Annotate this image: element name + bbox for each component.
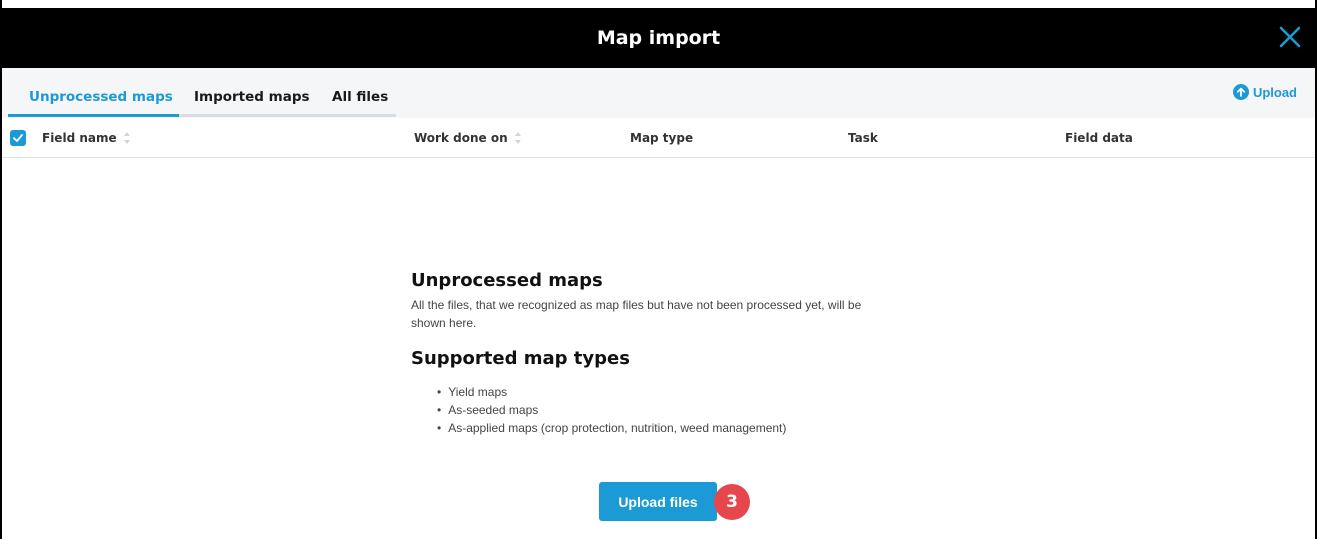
column-task: Task bbox=[848, 118, 878, 158]
column-work-done-on[interactable]: Work done on bbox=[414, 118, 522, 158]
upload-link[interactable]: Upload bbox=[1232, 84, 1297, 100]
list-item: Yield maps bbox=[437, 383, 931, 401]
sort-icon[interactable] bbox=[514, 130, 522, 146]
table-header: Field name Work done on Map type Task Fi… bbox=[2, 118, 1315, 158]
tab-bar: Unprocessed maps Imported maps All files… bbox=[2, 68, 1315, 118]
column-label: Work done on bbox=[414, 131, 508, 145]
column-label: Field data bbox=[1065, 131, 1133, 145]
upload-circle-icon bbox=[1232, 84, 1249, 100]
empty-state-description: All the files, that we recognized as map… bbox=[411, 298, 862, 330]
column-field-name[interactable]: Field name bbox=[42, 118, 131, 158]
supported-types-heading: Supported map types bbox=[411, 348, 630, 369]
column-label: Field name bbox=[42, 131, 117, 145]
checkmark-icon bbox=[13, 134, 23, 142]
sort-icon[interactable] bbox=[123, 130, 131, 146]
dialog-header: Map import bbox=[0, 8, 1317, 68]
supported-types-list: Yield maps As-seeded maps As-applied map… bbox=[411, 383, 931, 437]
tab-all-files[interactable]: All files bbox=[332, 68, 388, 118]
close-icon[interactable] bbox=[1277, 24, 1303, 50]
step-badge: 3 bbox=[714, 484, 750, 520]
empty-state-heading: Unprocessed maps bbox=[411, 270, 603, 291]
select-all-checkbox[interactable] bbox=[10, 130, 26, 146]
empty-state: Unprocessed maps All the files, that we … bbox=[411, 270, 931, 437]
column-map-type: Map type bbox=[630, 118, 693, 158]
column-field-data: Field data bbox=[1065, 118, 1133, 158]
column-label: Task bbox=[848, 131, 878, 145]
tab-imported-maps[interactable]: Imported maps bbox=[194, 68, 310, 118]
dialog-title: Map import bbox=[596, 27, 721, 49]
list-item: As-seeded maps bbox=[437, 401, 931, 419]
tab-unprocessed-maps[interactable]: Unprocessed maps bbox=[29, 68, 173, 118]
upload-link-label: Upload bbox=[1252, 84, 1297, 100]
upload-files-button[interactable]: Upload files bbox=[599, 482, 717, 521]
list-item: As-applied maps (crop protection, nutrit… bbox=[437, 419, 931, 437]
column-label: Map type bbox=[630, 131, 694, 145]
